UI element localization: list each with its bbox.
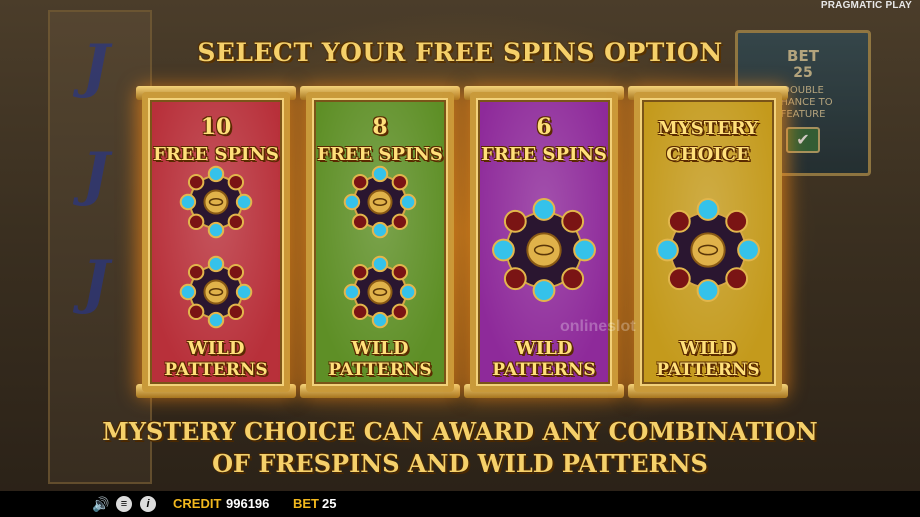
info-text-line2: OF FRESPINS AND WILD PATTERNS (212, 449, 708, 478)
reel-symbol-j: J (82, 248, 110, 316)
option-count-label: FREE SPINS (153, 144, 279, 165)
wild-label: WILD (515, 338, 573, 359)
option-count-label: CHOICE (666, 144, 750, 165)
option-count-label: FREE SPINS (317, 144, 443, 165)
option-card-10-free-spins[interactable]: 10 FREE SPINS WILD PATTERNS (136, 86, 296, 398)
reel-symbol-j: J (82, 140, 110, 208)
provider-logo: PRAGMATIC PLAY (820, 0, 912, 11)
bottom-bar: 🔊 ≡ i CREDIT 996196 BET 25 (0, 491, 920, 517)
watermark: onlineslot (560, 318, 636, 335)
patterns-label: PATTERNS (164, 360, 268, 380)
page-title: SELECT YOUR FREE SPINS OPTION (197, 38, 723, 67)
option-count: MYSTERY (657, 118, 759, 139)
option-count: 6 (536, 114, 552, 140)
checkmark-icon: ✔ (786, 127, 820, 153)
wild-label: WILD (187, 338, 245, 359)
bet-panel-value: 25 (793, 65, 813, 81)
option-card-8-free-spins[interactable]: 8 FREE SPINS WILD PATTERNS (300, 86, 460, 398)
option-count: 10 (200, 114, 232, 140)
wild-label: WILD (351, 338, 409, 359)
info-text-line1: MYSTERY CHOICE CAN AWARD ANY COMBINATION (102, 417, 818, 446)
option-count: 8 (372, 114, 388, 140)
wild-label: WILD (679, 338, 737, 359)
patterns-label: PATTERNS (328, 360, 432, 380)
credit-label: CREDIT (173, 496, 222, 511)
option-count-label: FREE SPINS (481, 144, 607, 165)
background-reel: J J J (48, 10, 152, 484)
option-card-6-free-spins[interactable]: 6 FREE SPINS WILD PATTERNS (464, 86, 624, 398)
bet-label: BET (293, 496, 319, 511)
patterns-label: PATTERNS (656, 360, 760, 380)
patterns-label: PATTERNS (492, 360, 596, 380)
menu-icon[interactable]: ≡ (116, 496, 132, 512)
info-icon[interactable]: i (140, 496, 156, 512)
credit-value: 996196 (226, 496, 270, 511)
bet-value: 25 (322, 496, 337, 511)
speaker-icon[interactable]: 🔊 (92, 496, 109, 512)
option-card-mystery-choice[interactable]: MYSTERY CHOICE WILD PATTERNS (628, 86, 788, 398)
